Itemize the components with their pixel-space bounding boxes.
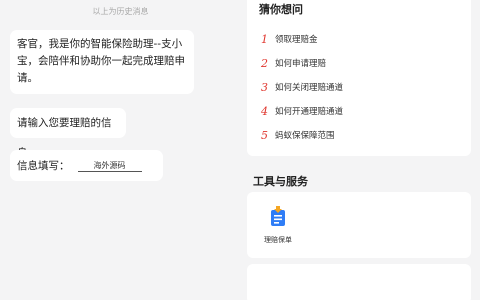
info-field-input[interactable]: 海外源码 [77, 160, 142, 172]
guess-item-number: 4 [261, 104, 268, 118]
chat-pane: 以上为历史消息 客官，我是你的智能保险助理--支小宝，会陪伴和协助你一起完成理赔… [0, 0, 241, 300]
assistant-prompt-bubble: 请输入您要理赔的信息 [10, 108, 126, 159]
guess-item-label: 如何关闭理赔通道 [275, 83, 344, 93]
guess-item-label: 如何开通理赔通道 [275, 107, 344, 117]
info-form-bubble: 信息填写： 海外源码 [10, 150, 163, 181]
tool-claim-policy[interactable]: 理赔保单 [261, 206, 295, 245]
guess-item-number: 2 [261, 56, 268, 70]
guess-item-2[interactable]: 2 如何申请理赔 [261, 54, 326, 72]
extra-card [247, 264, 471, 300]
tool-label: 理赔保单 [264, 236, 292, 244]
guess-item-4[interactable]: 4 如何开通理赔通道 [261, 102, 343, 120]
guess-item-number: 5 [261, 128, 268, 142]
history-divider: 以上为历史消息 [92, 7, 149, 16]
guess-item-1[interactable]: 1 领取理赔金 [261, 30, 318, 48]
tools-card: 理赔保单 [247, 192, 471, 258]
guess-title: 猜你想问 [259, 3, 303, 16]
claim-document-icon [268, 206, 288, 232]
side-pane: 猜你想问 1 领取理赔金 2 如何申请理赔 3 如何关闭理赔通道 4 如何开通理… [241, 0, 480, 300]
info-field-label: 信息填写： [17, 160, 70, 172]
tools-section-title: 工具与服务 [253, 175, 308, 188]
guess-item-label: 如何申请理赔 [275, 59, 327, 69]
guess-item-number: 3 [261, 80, 268, 94]
guess-item-label: 蚂蚁保保障范围 [275, 131, 335, 141]
assistant-greeting-bubble: 客官，我是你的智能保险助理--支小宝，会陪伴和协助你一起完成理赔申请。 [10, 30, 194, 94]
guess-item-number: 1 [261, 32, 268, 46]
guess-item-3[interactable]: 3 如何关闭理赔通道 [261, 78, 343, 96]
guess-card: 猜你想问 1 领取理赔金 2 如何申请理赔 3 如何关闭理赔通道 4 如何开通理… [247, 0, 471, 156]
guess-item-5[interactable]: 5 蚂蚁保保障范围 [261, 126, 335, 144]
guess-item-label: 领取理赔金 [275, 35, 318, 45]
